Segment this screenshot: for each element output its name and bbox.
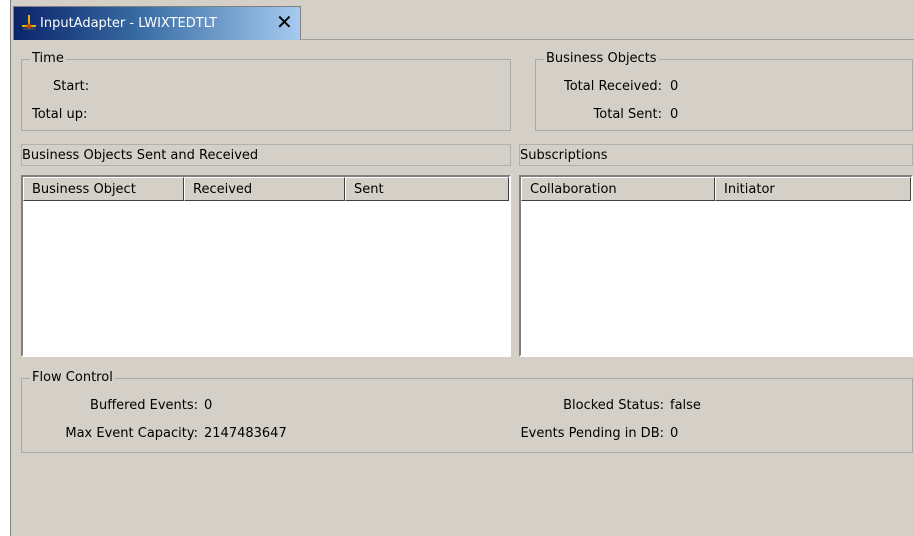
flow-control-legend: Flow Control (30, 370, 115, 385)
business-objects-group: Business Objects Total Received: 0 Total… (535, 51, 913, 131)
subscriptions-table[interactable]: Collaboration Initiator (519, 175, 913, 357)
total-received-value: 0 (670, 79, 679, 94)
time-legend: Time (30, 51, 66, 66)
total-sent-label: Total Sent: (593, 107, 662, 122)
column-business-object[interactable]: Business Object (23, 177, 184, 201)
blocked-status-label: Blocked Status: (563, 398, 664, 413)
start-label: Start: (53, 79, 90, 94)
tab-divider (301, 39, 914, 40)
buffered-events-value: 0 (204, 398, 213, 413)
adapter-view: InputAdapter - LWIXTEDTLT ✕ Time Start: … (10, 0, 914, 536)
connector-icon (22, 15, 36, 30)
bo-table-header: Business Object Received Sent (23, 177, 509, 201)
subscriptions-title: Subscriptions (520, 148, 608, 163)
subscriptions-table-header: Collaboration Initiator (521, 177, 911, 201)
column-initiator[interactable]: Initiator (715, 177, 911, 201)
bo-sent-received-title: Business Objects Sent and Received (22, 148, 259, 163)
total-sent-value: 0 (670, 107, 679, 122)
column-sent[interactable]: Sent (345, 177, 509, 201)
buffered-events-label: Buffered Events: (90, 398, 198, 413)
events-pending-value: 0 (670, 426, 679, 441)
time-group: Time Start: Total up: (21, 51, 511, 131)
total-up-label: Total up: (32, 107, 88, 122)
business-objects-legend: Business Objects (544, 51, 659, 66)
bo-sent-received-header: Business Objects Sent and Received (21, 144, 511, 166)
column-received[interactable]: Received (184, 177, 345, 201)
total-received-label: Total Received: (563, 79, 662, 94)
subscriptions-header: Subscriptions (519, 144, 913, 166)
tab-input-adapter[interactable]: InputAdapter - LWIXTEDTLT ✕ (13, 6, 301, 40)
max-event-capacity-label: Max Event Capacity: (65, 426, 198, 441)
close-icon[interactable]: ✕ (276, 10, 293, 34)
tab-title: InputAdapter - LWIXTEDTLT (40, 16, 218, 31)
max-event-capacity-value: 2147483647 (204, 426, 287, 441)
bo-sent-received-table[interactable]: Business Object Received Sent (21, 175, 511, 357)
column-collaboration[interactable]: Collaboration (521, 177, 715, 201)
blocked-status-value: false (670, 398, 701, 413)
events-pending-label: Events Pending in DB: (520, 426, 664, 441)
tab-strip: InputAdapter - LWIXTEDTLT ✕ (11, 0, 914, 40)
flow-control-group: Flow Control Buffered Events: 0 Max Even… (21, 370, 913, 453)
